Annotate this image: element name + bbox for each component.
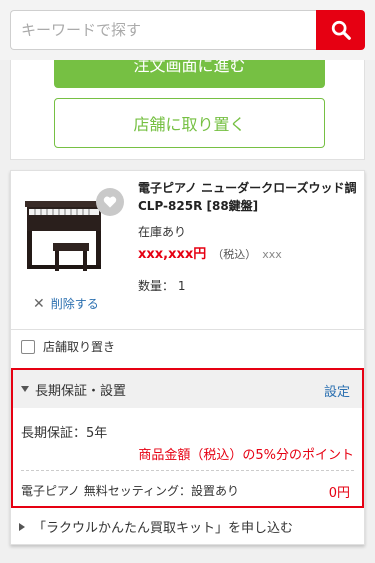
warranty-header-title: 長期保証・設置 — [35, 383, 127, 399]
price-extra: xxx — [262, 248, 282, 261]
store-pickup-button[interactable]: 店舗に取り置く — [54, 98, 325, 148]
store-pickup-option[interactable]: 店舗取り置き — [21, 338, 115, 355]
product-image[interactable] — [19, 179, 127, 279]
product-title[interactable]: 電子ピアノ ニューダークローズウッド調 CLP-825R [88鍵盤] — [138, 179, 360, 215]
close-icon: ✕ — [33, 295, 45, 312]
store-pickup-checkbox[interactable] — [21, 339, 35, 354]
triangle-down-icon — [21, 386, 29, 392]
store-pickup-label: 店舗取り置き — [43, 340, 116, 354]
divider — [11, 329, 364, 330]
warranty-settings-link[interactable]: 設定 — [324, 381, 350, 400]
checkout-actions: 注文画面に進む 店舗に取り置く — [10, 60, 365, 160]
setting-service-label: 電子ピアノ 無料セッティング：設置あり — [21, 484, 240, 498]
warranty-header[interactable]: 長期保証・設置 設定 — [13, 370, 362, 408]
trade-in-kit-label: 「ラクウルかんたん買取キット」を申し込む — [33, 521, 294, 536]
warranty-term: 長期保証：5年 — [21, 426, 108, 441]
search-input[interactable] — [10, 10, 316, 50]
trade-in-kit-toggle[interactable]: 「ラクウルかんたん買取キット」を申し込む — [19, 517, 293, 536]
tax-label: （税込） — [212, 248, 257, 261]
dashed-divider — [21, 470, 354, 471]
cart-item-summary: 電子ピアノ ニューダークローズウッド調 CLP-825R [88鍵盤] 在庫あり… — [11, 171, 364, 329]
stock-status: 在庫あり — [138, 225, 187, 239]
price-row: xxx,xxx円 （税込） xxx — [138, 243, 282, 262]
delete-label: 削除する — [50, 297, 99, 311]
order-button[interactable]: 注文画面に進む — [54, 60, 325, 88]
favorite-heart-icon[interactable] — [96, 188, 124, 216]
quantity-label: 数量： 1 — [138, 279, 186, 293]
delete-item-link[interactable]: ✕ 削除する — [33, 295, 99, 312]
search-bar — [0, 0, 375, 60]
warranty-section: 長期保証・設置 設定 長期保証：5年 商品金額（税込）の5%分のポイント 電子ピ… — [11, 368, 364, 508]
search-button[interactable] — [316, 10, 365, 50]
warranty-points: 商品金額（税込）の5%分のポイント — [138, 448, 354, 463]
cart-item: 電子ピアノ ニューダークローズウッド調 CLP-825R [88鍵盤] 在庫あり… — [10, 170, 365, 545]
product-price: xxx,xxx円 — [138, 247, 207, 262]
triangle-right-icon — [19, 522, 25, 531]
setting-service-price: 0円 — [328, 486, 350, 501]
search-icon — [331, 20, 351, 40]
